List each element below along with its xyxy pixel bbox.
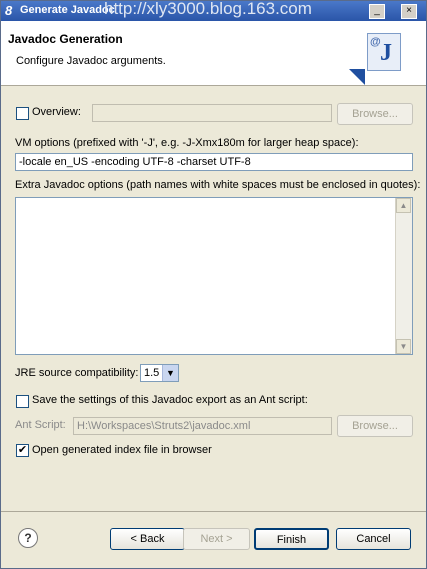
finish-button[interactable]: Finish <box>254 528 329 550</box>
page-subtitle: Configure Javadoc arguments. <box>16 55 166 67</box>
jre-select[interactable]: 1.5 ▼ <box>140 364 179 382</box>
javadoc-wizard-icon: @ J <box>367 33 401 71</box>
wizard-header: Javadoc Generation Configure Javadoc arg… <box>1 21 426 86</box>
textarea-scrollbar[interactable]: ▲ ▼ <box>395 198 412 354</box>
save-ant-checkbox[interactable] <box>16 395 29 408</box>
next-button[interactable]: Next > <box>183 528 250 550</box>
dialog-window: 8 Generate Javadoc http://xly3000.blog.1… <box>0 0 427 569</box>
page-title: Javadoc Generation <box>8 32 123 46</box>
scroll-down-icon[interactable]: ▼ <box>396 339 411 354</box>
overview-input[interactable] <box>92 104 332 122</box>
save-ant-label: Save the settings of this Javadoc export… <box>32 394 308 406</box>
jre-value: 1.5 <box>144 367 160 379</box>
close-button[interactable]: × <box>401 4 417 19</box>
extra-options-label: Extra Javadoc options (path names with w… <box>15 179 421 191</box>
chevron-down-icon[interactable]: ▼ <box>162 365 178 381</box>
extra-options-textarea[interactable]: ▲ ▼ <box>15 197 413 355</box>
open-index-label: Open generated index file in browser <box>32 444 212 456</box>
vm-options-label: VM options (prefixed with '-J', e.g. -J-… <box>15 137 359 149</box>
overview-browse-button[interactable]: Browse... <box>337 103 413 125</box>
vm-options-input[interactable]: -locale en_US -encoding UTF-8 -charset U… <box>15 153 413 171</box>
cancel-button[interactable]: Cancel <box>336 528 411 550</box>
overview-checkbox[interactable] <box>16 107 29 120</box>
open-index-checkbox[interactable]: ✔ <box>16 444 29 457</box>
title-bar[interactable]: 8 Generate Javadoc http://xly3000.blog.1… <box>1 0 426 21</box>
overview-label: Overview: <box>32 106 81 118</box>
watermark-text: http://xly3000.blog.163.com <box>104 0 312 18</box>
banner-decoration <box>349 69 365 85</box>
scroll-up-icon[interactable]: ▲ <box>396 198 411 213</box>
ant-script-label: Ant Script: <box>15 419 66 431</box>
jre-label: JRE source compatibility: <box>15 367 139 379</box>
footer-divider <box>1 511 426 512</box>
eclipse-app-icon: 8 <box>5 3 13 18</box>
window-title: Generate Javadoc <box>20 4 115 16</box>
back-button[interactable]: < Back <box>110 528 185 550</box>
ant-browse-button[interactable]: Browse... <box>337 415 413 437</box>
ant-script-input[interactable]: H:\Workspaces\Struts2\javadoc.xml <box>73 417 332 435</box>
help-icon[interactable]: ? <box>18 528 38 548</box>
minimize-button[interactable]: _ <box>369 4 385 19</box>
